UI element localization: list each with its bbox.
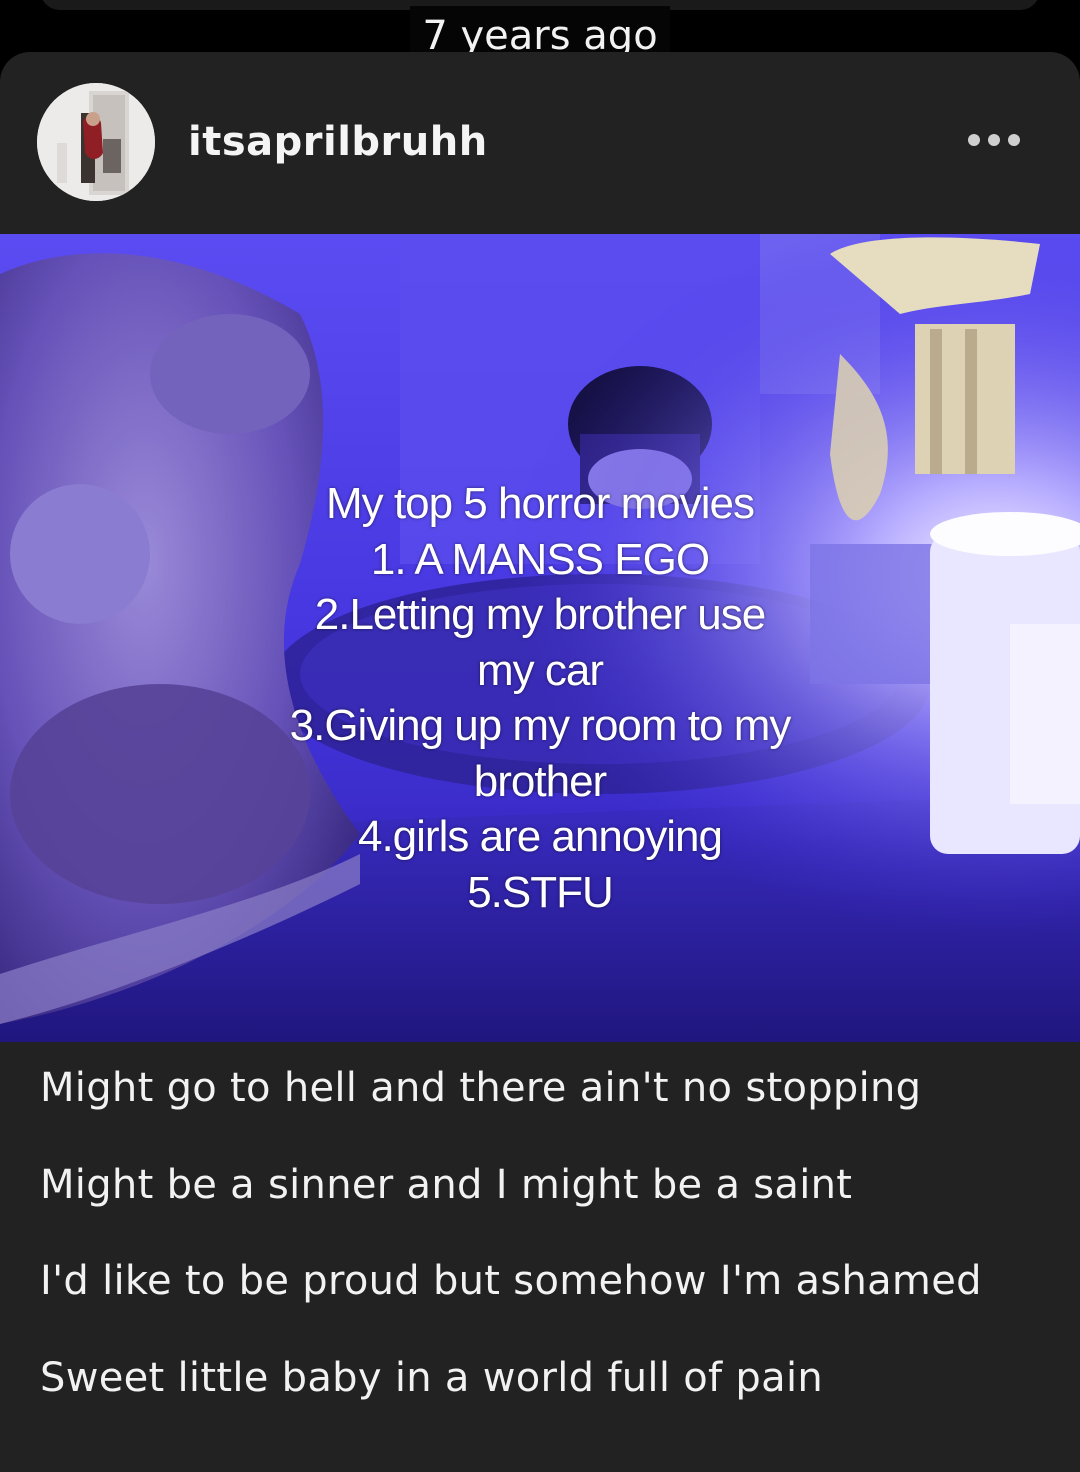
post-image[interactable]: My top 5 horror movies 1. A MANSS EGO 2.… xyxy=(0,234,1080,1042)
overlay-line: 3.Giving up my room to my xyxy=(289,701,792,750)
caption-line: Might go to hell and there ain't no stop… xyxy=(40,1065,922,1111)
username[interactable]: itsaprilbruhh xyxy=(188,118,488,166)
overlay-line: 4.girls are annoying xyxy=(357,812,723,861)
overlay-line: brother xyxy=(473,756,607,806)
caption-line: Sweet little baby in a world full of pai… xyxy=(40,1354,824,1401)
overlay-line: 2.Letting my brother use xyxy=(314,590,766,639)
more-options-button[interactable] xyxy=(954,122,1034,158)
post-caption: Might go to hell and there ain't no stop… xyxy=(40,1062,1050,1448)
overlay-line: my car xyxy=(477,645,604,695)
more-horizontal-icon xyxy=(968,134,1020,146)
overlay-line: 5.STFU xyxy=(467,867,614,917)
post-header: itsaprilbruhh xyxy=(0,52,1080,232)
overlay-text: My top 5 horror movies 1. A MANSS EGO 2.… xyxy=(140,476,940,920)
overlay-line: My top 5 horror movies xyxy=(326,479,755,528)
overlay-line: 1. A MANSS EGO xyxy=(370,534,710,584)
caption-line: Might be a sinner and I might be a saint xyxy=(40,1161,853,1208)
profile-photo xyxy=(37,83,155,201)
caption-line: I'd like to be proud but somehow I'm ash… xyxy=(40,1258,982,1304)
avatar[interactable] xyxy=(37,83,155,201)
post-card: itsaprilbruhh My top 5 horror movies 1. … xyxy=(0,52,1080,1472)
